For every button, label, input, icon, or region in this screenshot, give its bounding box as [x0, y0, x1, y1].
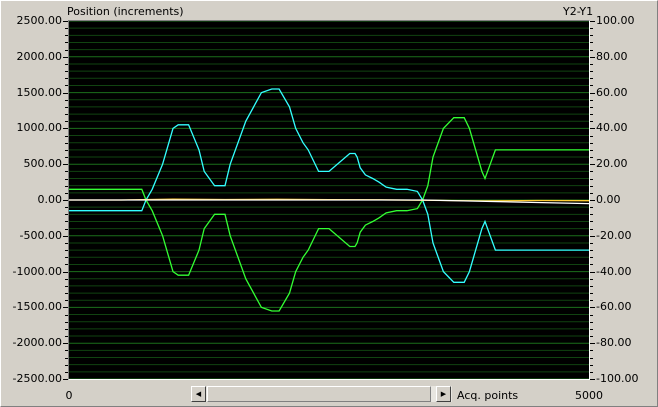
y2-tick-label: 0.00: [596, 193, 621, 206]
y2-tick-label: 40.00: [596, 121, 628, 135]
y2-tick-mark: [590, 221, 593, 223]
y2-tick-mark: [590, 207, 593, 209]
y2-tick-mark: [590, 343, 595, 345]
y2-tick-label: 100.00: [596, 14, 635, 27]
chart-svg: [69, 21, 589, 379]
y2-tick-mark: [590, 371, 593, 373]
y-tick-label: -1000.00: [12, 264, 62, 278]
scroll-left-icon: ◀: [195, 390, 202, 398]
y-tick-label: 1000.00: [16, 121, 63, 135]
y2-tick-mark: [590, 200, 595, 201]
y2-tick-mark: [590, 63, 593, 65]
x-axis-title: Acq. points: [457, 389, 519, 402]
y2-axis-title: Y2-Y1: [563, 5, 594, 18]
y2-tick-label: 80.00: [596, 49, 628, 63]
y2-tick-mark: [590, 307, 595, 309]
y2-tick-mark: [590, 285, 593, 287]
y2-tick-label: -20.00: [596, 228, 632, 242]
y2-tick-mark: [590, 336, 593, 338]
y2-tick-label: -60.00: [596, 300, 632, 314]
y2-tick-mark: [590, 192, 593, 194]
y2-tick-mark: [590, 250, 593, 252]
y2-tick-mark: [590, 21, 595, 22]
y-tick-label: 2500.00: [16, 14, 63, 27]
y2-tick-mark: [590, 171, 593, 173]
y2-tick-mark: [590, 49, 593, 51]
y-tick-label: -1500.00: [12, 300, 62, 314]
y2-tick-mark: [590, 106, 593, 108]
y2-tick-mark: [590, 35, 593, 37]
y2-tick-mark: [590, 379, 595, 380]
y-tick-label: 500.00: [23, 157, 63, 171]
y2-tick-mark: [590, 92, 595, 94]
y2-tick-mark: [590, 350, 593, 352]
scroll-right-button[interactable]: ▶: [436, 386, 451, 402]
x-scrollbar[interactable]: ◀ ▶: [191, 386, 452, 402]
y-tick-label: 1500.00: [16, 85, 63, 99]
y2-tick-mark: [590, 149, 593, 151]
y2-tick-mark: [590, 121, 593, 123]
y2-tick-mark: [590, 42, 593, 44]
y2-tick-mark: [590, 357, 593, 359]
plot-area[interactable]: [68, 20, 590, 380]
y2-tick-mark: [590, 314, 593, 316]
y2-tick-mark: [590, 278, 593, 280]
y2-tick-mark: [590, 114, 593, 116]
y2-tick-mark: [590, 257, 593, 259]
y2-tick-label: 60.00: [596, 85, 628, 99]
y2-tick-mark: [590, 71, 593, 73]
y2-tick-mark: [590, 293, 593, 295]
y-tick-label: -500.00: [19, 228, 62, 242]
y2-tick-mark: [590, 264, 593, 266]
scroll-thumb[interactable]: [207, 386, 431, 402]
y-tick-label: 2000.00: [16, 49, 63, 63]
y2-tick-mark: [590, 271, 595, 273]
y-tick-label: -2000.00: [12, 336, 62, 350]
y2-tick-mark: [590, 185, 593, 187]
y2-tick-label: 20.00: [596, 157, 628, 171]
x-tick-label: 0: [65, 389, 73, 402]
x-tick-label: 5000: [575, 389, 603, 402]
y-axis-title: Position (increments): [67, 5, 184, 18]
scroll-left-button[interactable]: ◀: [191, 386, 206, 402]
scroll-right-icon: ▶: [440, 390, 447, 398]
y-tick-label: 0.00: [37, 193, 63, 206]
y2-tick-mark: [590, 142, 593, 144]
y2-tick-mark: [590, 235, 595, 237]
y2-tick-mark: [590, 328, 593, 330]
y2-tick-mark: [590, 178, 593, 180]
y2-tick-mark: [590, 28, 593, 30]
y2-tick-label: -80.00: [596, 336, 632, 350]
y2-tick-mark: [590, 128, 595, 130]
y2-tick-mark: [590, 56, 595, 58]
y2-tick-mark: [590, 228, 593, 230]
y2-tick-label: -40.00: [596, 264, 632, 278]
y2-tick-mark: [590, 78, 593, 80]
y2-tick-mark: [590, 300, 593, 302]
y2-tick-mark: [590, 85, 593, 87]
y2-tick-mark: [590, 242, 593, 244]
y2-tick-mark: [590, 157, 593, 159]
y-tick-label: -2500.00: [12, 372, 62, 385]
y2-tick-label: -100.00: [596, 372, 639, 385]
y2-tick-mark: [590, 214, 593, 216]
y2-tick-mark: [590, 364, 593, 366]
y2-tick-mark: [590, 321, 593, 323]
y2-tick-mark: [590, 164, 595, 166]
y2-tick-mark: [590, 135, 593, 137]
y2-tick-mark: [590, 99, 593, 101]
